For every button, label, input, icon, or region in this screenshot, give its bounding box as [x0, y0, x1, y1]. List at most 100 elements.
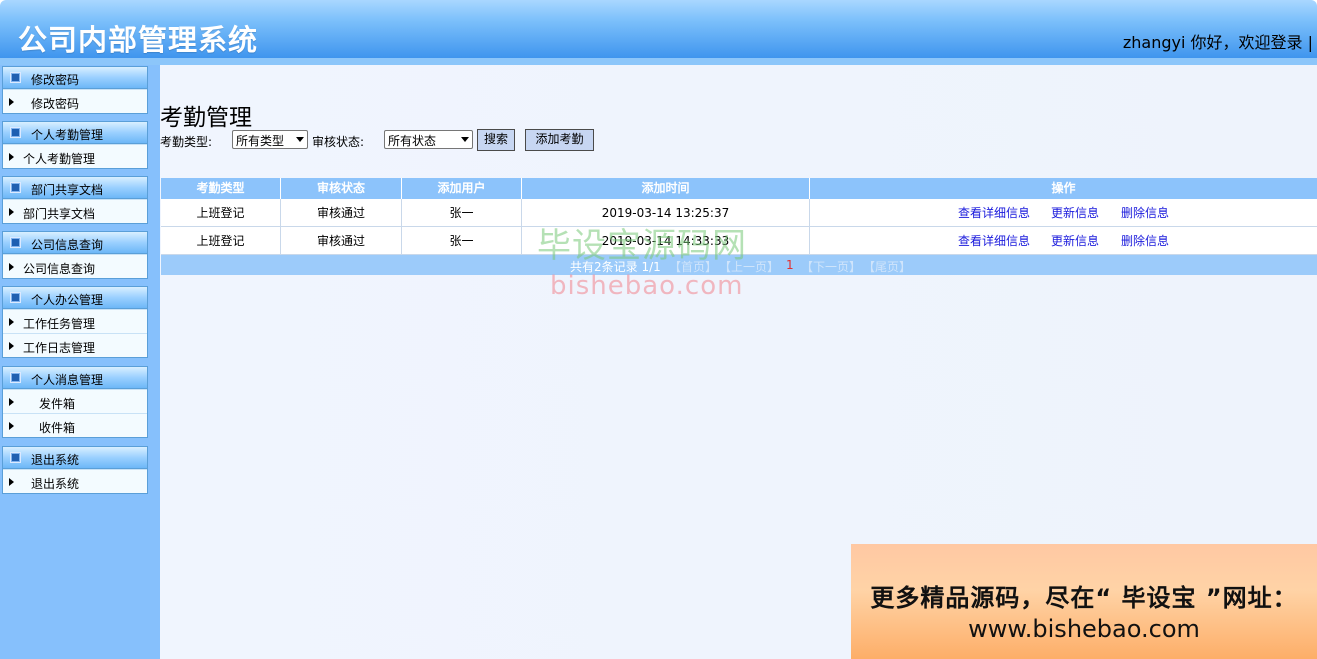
menu-group-title: 公司信息查询 [31, 238, 104, 252]
sidebar-item-label: 公司信息查询 [23, 262, 96, 276]
column-header: 考勤类型 [161, 178, 281, 199]
sidebar-item-label: 部门共享文档 [23, 207, 96, 221]
arrow-right-icon [9, 478, 14, 486]
sidebar-item-company-info[interactable]: 公司信息查询 [3, 254, 147, 278]
top-header: 公司内部管理系统 zhangyi 你好，欢迎登录 | [0, 0, 1317, 58]
chevron-down-icon [296, 137, 304, 142]
square-icon [10, 72, 21, 83]
cell-status: 审核通过 [281, 199, 402, 227]
arrow-right-icon [9, 153, 14, 161]
sidebar-item-label: 修改密码 [31, 97, 80, 111]
type-filter-select[interactable]: 所有类型 [232, 130, 308, 149]
last-page-link[interactable]: 【尾页】 [863, 258, 911, 275]
menu-group-header[interactable]: 个人办公管理 [3, 287, 147, 309]
cell-status: 审核通过 [281, 227, 402, 255]
column-header: 添加时间 [522, 178, 810, 199]
menu-group-title: 退出系统 [31, 453, 80, 467]
view-details-link[interactable]: 查看详细信息 [958, 199, 1030, 227]
sidebar-item-log-management[interactable]: 工作日志管理 [3, 333, 147, 357]
promo-banner: 更多精品源码，尽在“ 毕设宝 ”网址： www.bishebao.com [851, 544, 1317, 659]
sidebar-item-task-management[interactable]: 工作任务管理 [3, 309, 147, 333]
menu-group-messages: 个人消息管理 发件箱 收件箱 [2, 366, 148, 438]
column-header: 添加用户 [402, 178, 522, 199]
menu-group-office: 个人办公管理 工作任务管理 工作日志管理 [2, 286, 148, 358]
square-icon [10, 372, 21, 383]
sidebar-item-logout[interactable]: 退出系统 [3, 469, 147, 493]
arrow-right-icon [9, 318, 14, 326]
arrow-right-icon [9, 208, 14, 216]
app-title: 公司内部管理系统 [18, 23, 259, 57]
menu-group-attendance: 个人考勤管理 个人考勤管理 [2, 121, 148, 169]
next-page-link[interactable]: 【下一页】 [801, 258, 861, 275]
watermark-title: 毕设宝源码网 [537, 226, 747, 266]
arrow-right-icon [9, 263, 14, 271]
watermark-url: bishebao.com [550, 271, 744, 301]
menu-group-title: 个人考勤管理 [31, 128, 104, 142]
menu-group-header[interactable]: 公司信息查询 [3, 232, 147, 254]
sidebar-item-label: 工作日志管理 [23, 341, 96, 355]
delete-link[interactable]: 删除信息 [1121, 227, 1169, 255]
arrow-right-icon [9, 98, 14, 106]
square-icon [10, 127, 21, 138]
menu-group-title: 修改密码 [31, 73, 80, 87]
sidebar-item-label: 工作任务管理 [23, 317, 96, 331]
menu-group-header[interactable]: 修改密码 [3, 67, 147, 89]
promo-text: 更多精品源码，尽在“ 毕设宝 ”网址： [870, 584, 1298, 612]
user-greeting: zhangyi 你好，欢迎登录 | [1122, 33, 1313, 52]
chevron-down-icon [461, 137, 469, 142]
sidebar: 修改密码 修改密码 个人考勤管理 个人考勤管理 部门共享文档 部门共享文档 公司… [0, 65, 160, 659]
sidebar-item-label: 发件箱 [39, 397, 76, 411]
menu-group-shared-docs: 部门共享文档 部门共享文档 [2, 176, 148, 224]
delete-link[interactable]: 删除信息 [1121, 199, 1169, 227]
promo-url: www.bishebao.com [968, 615, 1200, 643]
app-window: 公司内部管理系统 zhangyi 你好，欢迎登录 | 修改密码 修改密码 个人考… [0, 0, 1317, 659]
sidebar-item-change-password[interactable]: 修改密码 [3, 89, 147, 113]
menu-group-company-info: 公司信息查询 公司信息查询 [2, 231, 148, 279]
sidebar-item-inbox[interactable]: 收件箱 [3, 413, 147, 437]
update-link[interactable]: 更新信息 [1051, 227, 1099, 255]
search-button[interactable]: 搜索 [477, 129, 515, 151]
cell-type: 上班登记 [161, 227, 281, 255]
arrow-right-icon [9, 398, 14, 406]
current-page-number: 1 [786, 258, 794, 272]
sidebar-item-label: 个人考勤管理 [23, 152, 96, 166]
update-link[interactable]: 更新信息 [1051, 199, 1099, 227]
cell-user: 张一 [402, 199, 522, 227]
status-filter-value: 所有状态 [388, 134, 437, 148]
status-filter-label: 审核状态: [312, 135, 365, 149]
menu-group-header[interactable]: 个人消息管理 [3, 367, 147, 389]
sidebar-item-attendance[interactable]: 个人考勤管理 [3, 144, 147, 168]
menu-group-header[interactable]: 部门共享文档 [3, 177, 147, 199]
header-strip [0, 58, 1317, 65]
menu-group-title: 部门共享文档 [31, 183, 104, 197]
square-icon [10, 182, 21, 193]
square-icon [10, 237, 21, 248]
cell-actions: 查看详细信息 更新信息 删除信息 [810, 199, 1317, 227]
menu-group-header[interactable]: 退出系统 [3, 447, 147, 469]
page-title: 考勤管理 [160, 105, 252, 131]
add-attendance-button[interactable]: 添加考勤 [525, 129, 594, 151]
arrow-right-icon [9, 342, 14, 350]
menu-group-header[interactable]: 个人考勤管理 [3, 122, 147, 144]
sidebar-item-label: 退出系统 [31, 477, 80, 491]
menu-group-title: 个人办公管理 [31, 293, 104, 307]
table-header: 考勤类型 审核状态 添加用户 添加时间 操作 [161, 178, 1317, 199]
cell-type: 上班登记 [161, 199, 281, 227]
sidebar-item-outbox[interactable]: 发件箱 [3, 389, 147, 413]
type-filter-value: 所有类型 [236, 134, 285, 148]
menu-group-logout: 退出系统 退出系统 [2, 446, 148, 494]
menu-group-change-password: 修改密码 修改密码 [2, 66, 148, 114]
sidebar-item-shared-docs[interactable]: 部门共享文档 [3, 199, 147, 223]
square-icon [10, 292, 21, 303]
cell-user: 张一 [402, 227, 522, 255]
column-header: 操作 [1051, 181, 1076, 195]
sidebar-item-label: 收件箱 [39, 421, 76, 435]
view-details-link[interactable]: 查看详细信息 [958, 227, 1030, 255]
column-header: 审核状态 [281, 178, 402, 199]
square-icon [10, 452, 21, 463]
cell-actions: 查看详细信息 更新信息 删除信息 [810, 227, 1317, 255]
type-filter-label: 考勤类型: [160, 135, 213, 149]
arrow-right-icon [9, 422, 14, 430]
status-filter-select[interactable]: 所有状态 [384, 130, 473, 149]
menu-group-title: 个人消息管理 [31, 373, 104, 387]
